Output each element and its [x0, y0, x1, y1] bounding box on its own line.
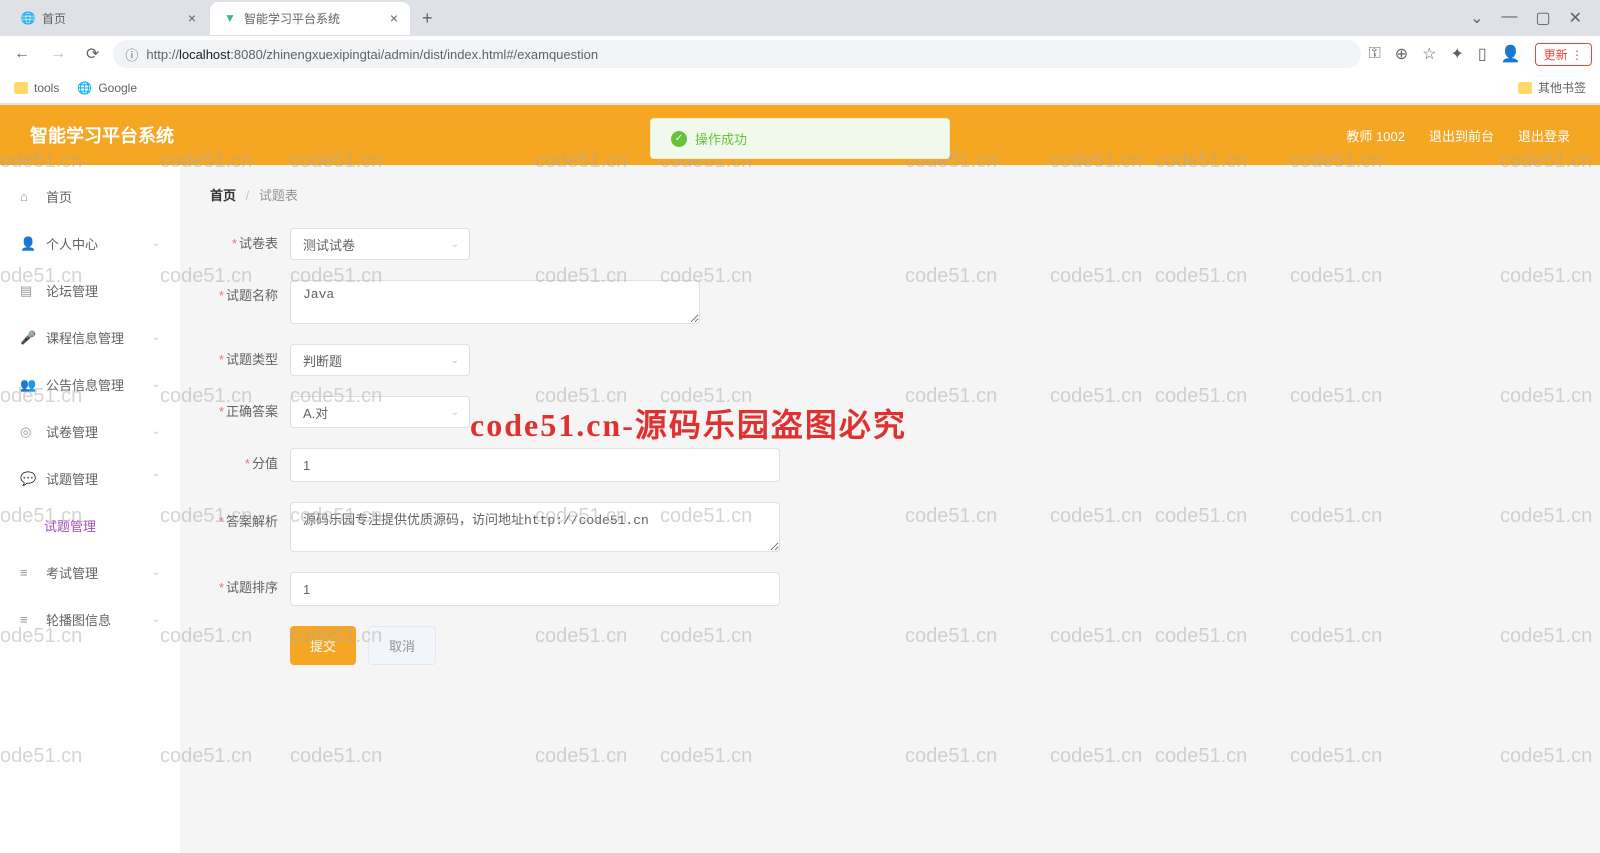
minimize-icon[interactable]: —: [1501, 8, 1517, 28]
users-icon: 👥: [20, 377, 36, 393]
forward-button[interactable]: →: [44, 41, 72, 67]
maximize-icon[interactable]: ▢: [1535, 8, 1550, 28]
chat-icon: 💬: [20, 471, 36, 487]
circle-icon: ◎: [20, 424, 36, 440]
url-input[interactable]: ⓘ http://localhost:8080/zhinengxuexiping…: [113, 40, 1360, 68]
translate-icon[interactable]: ⊕: [1395, 44, 1408, 64]
chevron-down-icon: ⌄: [152, 567, 160, 578]
tab-bar: 🌐 首页 × ▼ 智能学习平台系统 × + ⌄ — ▢ ✕: [0, 0, 1600, 36]
reader-icon[interactable]: ▯: [1478, 44, 1487, 64]
label-analysis: *答案解析: [210, 502, 290, 542]
chevron-down-icon: ⌄: [152, 238, 160, 249]
input-sort[interactable]: [290, 572, 780, 606]
key-icon[interactable]: ⚿: [1369, 45, 1381, 63]
window-controls: ⌄ — ▢ ✕: [1470, 8, 1600, 28]
sidebar-item-personal[interactable]: 👤个人中心⌄: [0, 220, 180, 267]
close-icon[interactable]: ×: [390, 10, 398, 26]
close-icon[interactable]: ×: [188, 10, 196, 26]
select-type[interactable]: 判断题⌄: [290, 344, 470, 376]
list-icon: ≡: [20, 565, 36, 580]
browser-tab-0[interactable]: 🌐 首页 ×: [8, 2, 208, 35]
mic-icon: 🎤: [20, 330, 36, 346]
info-icon[interactable]: ⓘ: [125, 45, 138, 64]
star-icon[interactable]: ☆: [1422, 44, 1436, 64]
label-sort: *试题排序: [210, 572, 290, 604]
update-button[interactable]: 更新 ⋮: [1535, 43, 1592, 66]
browser-tab-1[interactable]: ▼ 智能学习平台系统 ×: [210, 2, 410, 35]
chevron-down-icon: ⌄: [152, 614, 160, 625]
folder-icon: [14, 82, 28, 94]
tab-title: 首页: [42, 10, 66, 27]
user-icon: 👤: [20, 236, 36, 252]
chevron-down-icon: ⌄: [451, 355, 459, 366]
success-toast: ✓ 操作成功: [650, 118, 950, 159]
chevron-up-icon: ⌃: [152, 473, 160, 484]
bookmark-google[interactable]: 🌐Google: [77, 81, 137, 95]
bookmarks-bar: tools 🌐Google 其他书签: [0, 72, 1600, 104]
label-answer: *正确答案: [210, 396, 290, 428]
breadcrumb-current: 试题表: [259, 188, 298, 203]
extension-icon[interactable]: ✦: [1451, 44, 1464, 64]
label-name: *试题名称: [210, 280, 290, 312]
chevron-down-icon: ⌄: [451, 239, 459, 250]
chevron-down-icon: ⌄: [152, 379, 160, 390]
check-icon: ✓: [671, 131, 687, 147]
chevron-down-icon: ⌄: [451, 407, 459, 418]
app-title: 智能学习平台系统: [30, 122, 174, 148]
toast-message: 操作成功: [695, 129, 747, 148]
sidebar-item-course[interactable]: 🎤课程信息管理⌄: [0, 314, 180, 361]
sidebar-item-forum[interactable]: ▤论坛管理: [0, 267, 180, 314]
label-paper: *试卷表: [210, 228, 290, 260]
chevron-down-icon: ⌄: [152, 426, 160, 437]
folder-icon: [1518, 82, 1532, 94]
select-answer[interactable]: A.对⌄: [290, 396, 470, 428]
back-button[interactable]: ←: [8, 41, 36, 67]
vue-icon: ▼: [222, 10, 238, 26]
address-bar: ← → ⟳ ⓘ http://localhost:8080/zhinengxue…: [0, 36, 1600, 72]
profile-icon[interactable]: 👤: [1501, 44, 1521, 64]
sidebar-item-notice[interactable]: 👥公告信息管理⌄: [0, 361, 180, 408]
header-logout-front[interactable]: 退出到前台: [1429, 126, 1494, 145]
tab-title: 智能学习平台系统: [244, 10, 340, 27]
globe-icon: 🌐: [77, 81, 92, 95]
chevron-down-icon[interactable]: ⌄: [1470, 8, 1483, 28]
main-content: 首页 / 试题表 *试卷表 测试试卷⌄ *试题名称 Java *试题类型 判断题…: [180, 165, 1600, 853]
browser-chrome: 🌐 首页 × ▼ 智能学习平台系统 × + ⌄ — ▢ ✕ ← → ⟳ ⓘ ht…: [0, 0, 1600, 105]
sidebar-item-exam-question[interactable]: 💬试题管理⌃: [0, 455, 180, 502]
header-user[interactable]: 教师 1002: [1346, 126, 1405, 145]
reload-button[interactable]: ⟳: [80, 40, 105, 68]
chevron-down-icon: ⌄: [152, 332, 160, 343]
layers-icon: ▤: [20, 283, 36, 299]
sidebar-item-exam-question-sub[interactable]: 试题管理: [0, 502, 180, 549]
label-type: *试题类型: [210, 344, 290, 376]
new-tab-button[interactable]: +: [412, 8, 443, 29]
list-icon: ≡: [20, 612, 36, 627]
sidebar-item-carousel[interactable]: ≡轮播图信息⌄: [0, 596, 180, 643]
sidebar-item-exam[interactable]: ≡考试管理⌄: [0, 549, 180, 596]
bookmark-other[interactable]: 其他书签: [1518, 79, 1586, 96]
submit-button[interactable]: 提交: [290, 626, 356, 665]
breadcrumb-home[interactable]: 首页: [210, 188, 236, 203]
home-icon: ⌂: [20, 189, 36, 204]
sidebar-item-exam-paper[interactable]: ◎试卷管理⌄: [0, 408, 180, 455]
cancel-button[interactable]: 取消: [368, 626, 436, 665]
globe-icon: 🌐: [20, 10, 36, 26]
breadcrumb: 首页 / 试题表: [210, 185, 1570, 204]
textarea-name[interactable]: Java: [290, 280, 700, 324]
header-logout[interactable]: 退出登录: [1518, 126, 1570, 145]
sidebar: ⌂首页 👤个人中心⌄ ▤论坛管理 🎤课程信息管理⌄ 👥公告信息管理⌄ ◎试卷管理…: [0, 165, 180, 853]
bookmark-tools[interactable]: tools: [14, 81, 59, 95]
select-paper[interactable]: 测试试卷⌄: [290, 228, 470, 260]
sidebar-item-home[interactable]: ⌂首页: [0, 173, 180, 220]
input-score[interactable]: [290, 448, 780, 482]
textarea-analysis[interactable]: 源码乐园专注提供优质源码，访问地址http://code51.cn: [290, 502, 780, 552]
label-score: *分值: [210, 448, 290, 480]
close-window-icon[interactable]: ✕: [1569, 8, 1582, 28]
